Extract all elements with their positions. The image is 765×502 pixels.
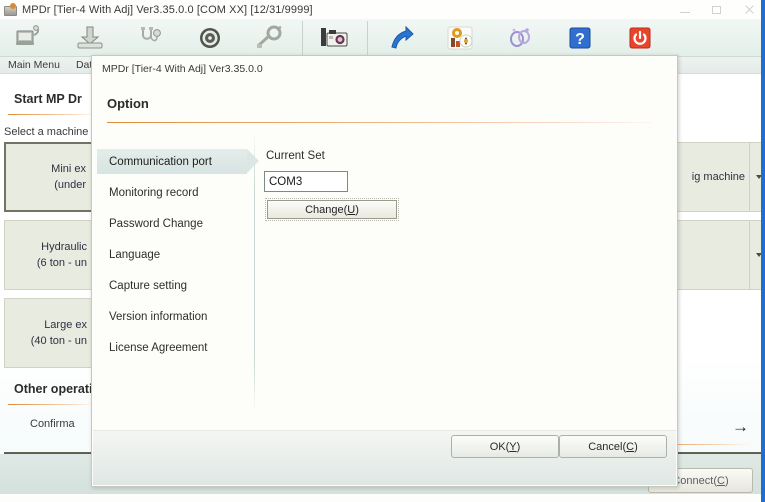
camera-icon [319,25,351,51]
toolbar-button-download[interactable] [60,19,120,57]
nav-item-label: Communication port [109,156,212,168]
other-section-rule [8,404,98,405]
toolbar-button-options[interactable] [490,19,550,57]
nav-item-label: License Agreement [109,342,207,354]
dialog-nav-divider [254,132,255,414]
nav-item-monitoring-record[interactable]: Monitoring record [97,180,247,205]
other-operation-item[interactable]: Confirma [30,418,75,430]
toolbar-separator-1 [302,21,303,55]
ok-button[interactable]: OK(Y) [451,435,559,458]
machine-option-label: Mini ex (under [51,161,94,193]
chevron-down-icon[interactable] [749,221,761,289]
app-icon [4,3,17,16]
toolbar-button-help[interactable]: ? [550,19,610,57]
dialog-heading-rule [107,122,652,123]
help-icon: ? [567,25,593,51]
wrench-icon [255,25,285,51]
window-frame: MPDr [Tier-4 With Adj] Ver3.35.0.0 [COM … [0,0,765,502]
chevron-down-icon[interactable] [749,143,761,211]
com-port-input[interactable] [264,171,348,192]
settings-gear-icon [444,24,476,52]
toolbar-button-exit[interactable] [610,19,670,57]
application-window: MPDr [Tier-4 With Adj] Ver3.35.0.0 [COM … [0,0,765,502]
toolbar-button-diagnose[interactable] [120,19,180,57]
toolbar-button-settings[interactable] [430,19,490,57]
nav-item-label: Capture setting [109,280,187,292]
stethoscope-icon [135,25,165,51]
window-controls [679,0,755,19]
machine-option-hydraulic[interactable]: Hydraulic (6 ton - un [4,220,96,290]
nav-item-label: Password Change [109,218,203,230]
rings-icon [505,25,535,51]
menu-item-main-menu[interactable]: Main Menu [0,59,68,71]
power-icon [627,25,653,51]
gauge-icon [195,25,225,51]
toolbar: ? [0,19,761,57]
titlebar: MPDr [Tier-4 With Adj] Ver3.35.0.0 [COM … [0,0,761,19]
nav-item-capture-setting[interactable]: Capture setting [97,273,247,298]
nav-item-password-change[interactable]: Password Change [97,211,247,236]
change-button-label: Change(U) [305,204,359,216]
machine-dropdown-right-2[interactable] [676,220,761,290]
toolbar-button-pc-connect[interactable] [0,19,60,57]
dialog-footer: OK(Y) Cancel(C) [93,430,676,485]
nav-item-label: Monitoring record [109,187,198,199]
minimize-icon[interactable] [679,4,691,16]
current-set-label: Current Set [266,150,325,162]
option-dialog: MPDr [Tier-4 With Adj] Ver3.35.0.0 Optio… [91,55,678,487]
toolbar-separator-2 [367,21,368,55]
machine-option-label: Hydraulic (6 ton - un [37,239,95,271]
dialog-heading: Option [107,96,149,111]
nav-item-license-agreement[interactable]: License Agreement [97,335,247,360]
cancel-button-label: Cancel(C) [588,441,638,453]
nav-item-communication-port[interactable]: Communication port [97,149,247,174]
maximize-icon[interactable] [711,4,723,16]
ok-button-label: OK(Y) [490,441,521,453]
toolbar-button-export[interactable] [370,19,430,57]
dialog-body: Communication port Monitoring record Pas… [92,130,677,430]
start-section-title: Start MP Dr [14,92,82,106]
nav-item-label: Language [109,249,160,261]
svg-text:?: ? [575,31,585,48]
machine-dropdown-right-1[interactable]: ig machine [676,142,761,212]
download-icon [75,25,105,51]
nav-item-version-information[interactable]: Version information [97,304,247,329]
toolbar-button-meter[interactable] [180,19,240,57]
window-title: MPDr [Tier-4 With Adj] Ver3.35.0.0 [COM … [22,4,313,16]
machine-option-mini-excavator[interactable]: Mini ex (under [4,142,96,212]
toolbar-button-capture[interactable] [305,19,365,57]
change-button[interactable]: Change(U) [267,200,397,219]
blue-arrow-icon [385,25,415,51]
next-arrow-icon[interactable]: → [732,418,749,435]
start-section-rule [8,114,98,115]
close-icon[interactable] [743,4,755,16]
nav-item-label: Version information [109,311,207,323]
machine-option-label: Large ex (40 ton - un [31,317,95,349]
toolbar-button-adjust[interactable] [240,19,300,57]
select-machine-label: Select a machine ty [4,126,100,138]
nav-item-language[interactable]: Language [97,242,247,267]
dialog-titlebar-text: MPDr [Tier-4 With Adj] Ver3.35.0.0 [102,63,263,75]
pc-connect-icon [15,25,45,51]
machine-option-large-excavator[interactable]: Large ex (40 ton - un [4,298,96,368]
cancel-button[interactable]: Cancel(C) [559,435,667,458]
